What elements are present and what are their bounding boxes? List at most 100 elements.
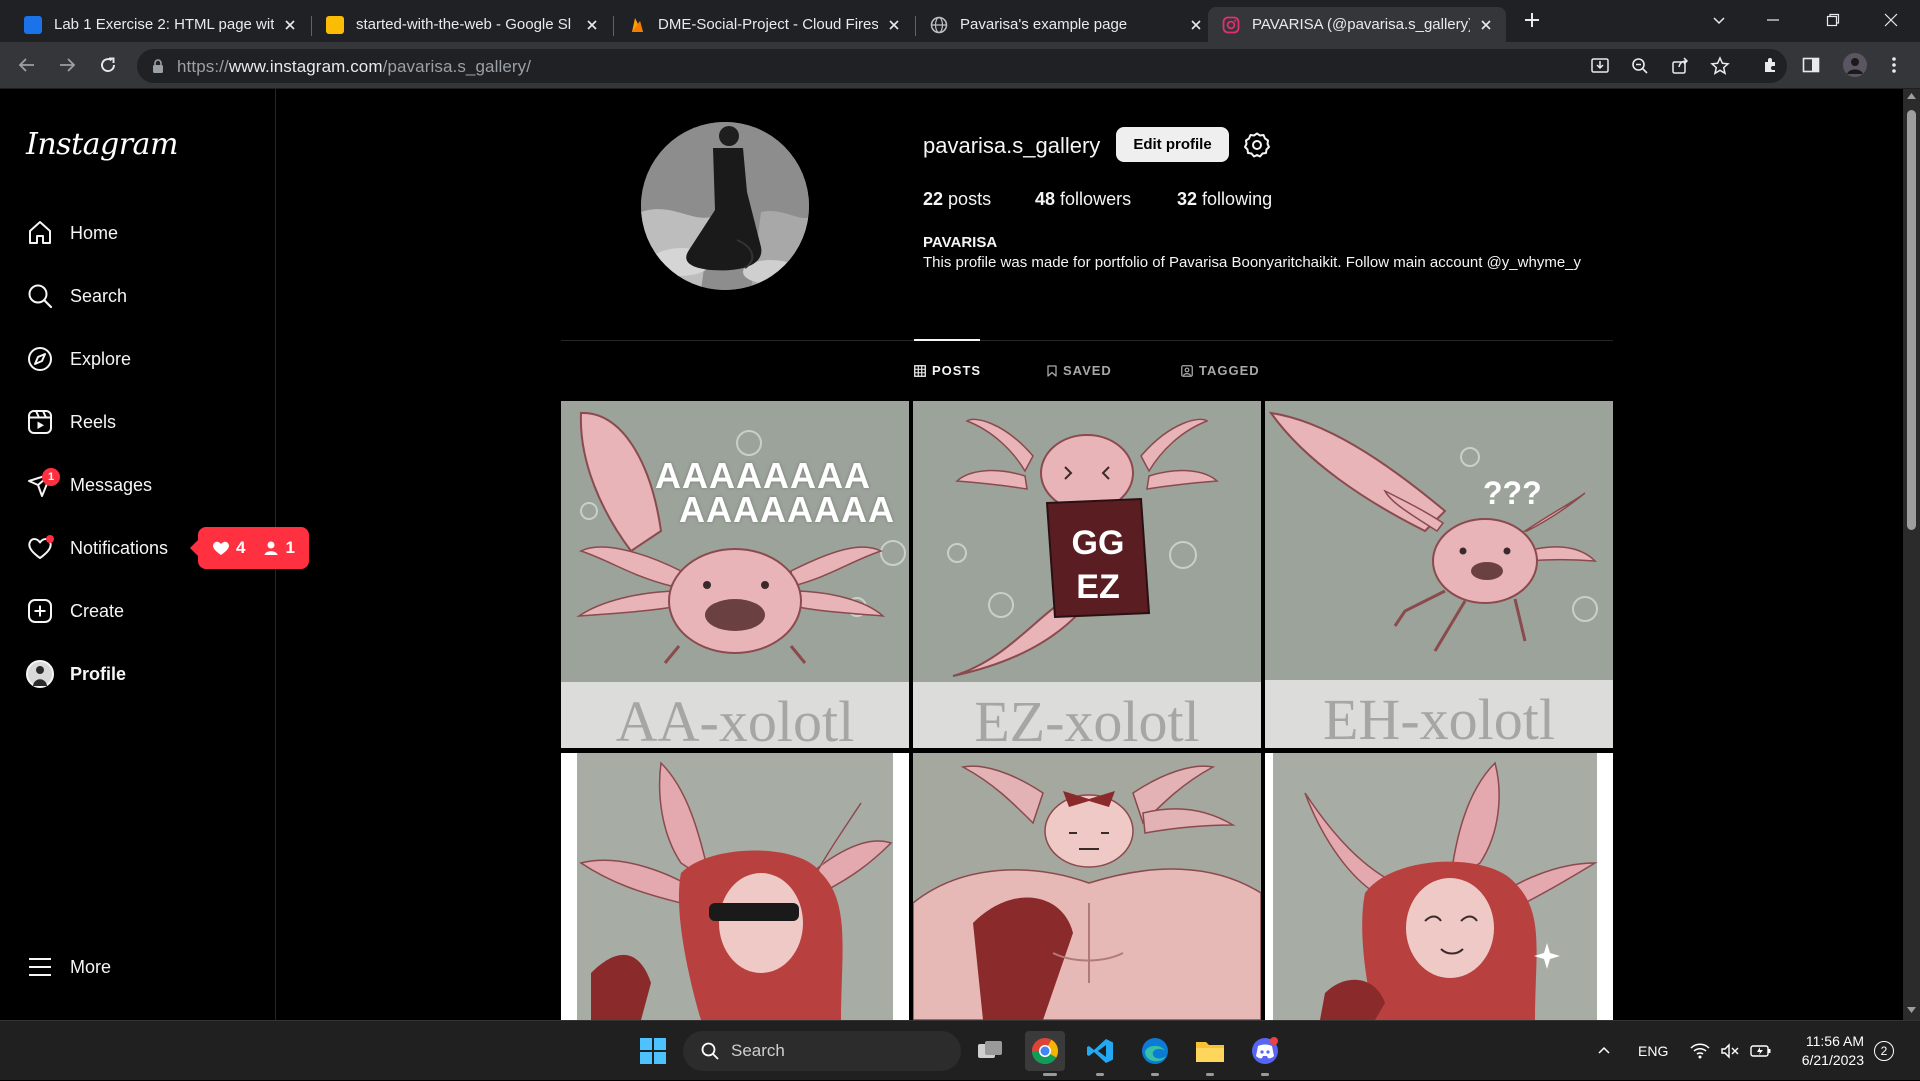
folder-icon <box>1196 1042 1224 1062</box>
edit-profile-button[interactable]: Edit profile <box>1116 127 1229 162</box>
post-tile[interactable] <box>561 753 909 1020</box>
start-button[interactable] <box>633 1031 673 1071</box>
show-hidden-icons-button[interactable] <box>1596 1021 1612 1081</box>
following-stat[interactable]: 32 following <box>1177 189 1272 210</box>
follows-count: 1 <box>285 538 295 557</box>
running-indicator <box>1043 1073 1057 1076</box>
avatar <box>26 660 54 688</box>
heart-icon-wrap <box>26 534 54 562</box>
windows-logo-icon <box>640 1038 666 1064</box>
close-tab-icon[interactable] <box>584 17 600 33</box>
minimize-button[interactable] <box>1750 0 1796 40</box>
settings-gear-icon[interactable] <box>1243 131 1271 159</box>
hamburger-menu-icon <box>29 958 51 976</box>
likes-count: 4 <box>236 538 246 557</box>
scroll-down-arrow-icon[interactable] <box>1907 1007 1916 1013</box>
task-view-icon <box>978 1041 1002 1058</box>
notification-center-button[interactable]: 2 <box>1874 1021 1894 1081</box>
task-view-button[interactable] <box>970 1031 1010 1071</box>
lock-icon[interactable] <box>151 58 165 74</box>
posts-stat: 22 posts <box>923 189 992 209</box>
tab-tagged[interactable]: TAGGED <box>1181 363 1260 378</box>
battery-charging-icon <box>1750 1045 1771 1057</box>
close-window-button[interactable] <box>1868 0 1914 40</box>
search-icon <box>28 284 53 309</box>
sidebar-item-search[interactable]: Search <box>12 271 262 321</box>
sidebar-item-explore[interactable]: Explore <box>12 334 262 384</box>
profile-button[interactable] <box>1841 51 1869 79</box>
browser-tab-active[interactable]: PAVARISA (@pavarisa.s_gallery) • <box>1208 7 1506 42</box>
back-button[interactable] <box>13 51 41 79</box>
restore-button[interactable] <box>1810 0 1856 40</box>
browser-tab-strip: Lab 1 Exercise 2: HTML page with started… <box>0 0 1920 42</box>
taskbar-search[interactable]: Search <box>683 1031 961 1071</box>
system-tray-icons[interactable] <box>1690 1021 1772 1081</box>
profile-avatar[interactable] <box>641 122 809 290</box>
post-tile[interactable]: GG EZ EZ-xolotl <box>913 401 1261 748</box>
sidebar-item-more[interactable]: More <box>12 942 262 992</box>
browser-tab[interactable]: Pavarisa's example page <box>916 7 1216 42</box>
arrow-right-icon <box>60 58 76 72</box>
sidebar-item-profile[interactable]: Profile <box>12 649 262 699</box>
followers-stat[interactable]: 48 followers <box>1035 189 1131 210</box>
globe-icon <box>930 16 948 33</box>
vscode-icon <box>1087 1039 1113 1063</box>
post-caption: EZ-xolotl <box>913 682 1261 748</box>
star-icon[interactable] <box>1710 56 1730 76</box>
profile-bio: This profile was made for portfolio of P… <box>923 254 1582 271</box>
address-bar[interactable]: https://www.instagram.com/pavarisa.s_gal… <box>137 49 1787 83</box>
zoom-icon[interactable] <box>1630 56 1650 76</box>
reload-icon <box>101 57 115 72</box>
scroll-up-arrow-icon[interactable] <box>1907 93 1916 99</box>
avatar <box>1843 53 1867 77</box>
new-tab-button[interactable] <box>1509 0 1555 40</box>
character-artwork <box>1273 753 1598 1020</box>
taskbar-discord[interactable] <box>1245 1031 1285 1076</box>
post-caption: AA-xolotl <box>561 682 909 748</box>
sidebar-item-reels[interactable]: Reels <box>12 397 262 447</box>
reload-button[interactable] <box>94 51 122 79</box>
post-caption: EH-xolotl <box>1265 680 1613 748</box>
post-tile[interactable]: AAAAAAAA AAAAAAAA AA-xolotl <box>561 401 909 748</box>
close-tab-icon[interactable] <box>1478 17 1494 33</box>
url-text[interactable]: https://www.instagram.com/pavarisa.s_gal… <box>177 57 531 77</box>
notification-summary-pill[interactable]: 4 1 <box>190 527 309 569</box>
chrome-icon <box>1031 1038 1059 1065</box>
browser-tab[interactable]: started-with-the-web - Google Sl <box>312 7 612 42</box>
clock[interactable]: 11:56 AM 6/21/2023 <box>1790 1021 1864 1081</box>
axolotl-artwork <box>1268 411 1598 652</box>
post-overlay-text: GG EZ <box>1071 524 1125 606</box>
google-classroom-icon <box>24 15 42 34</box>
extensions-button[interactable] <box>1757 51 1785 79</box>
close-tab-icon[interactable] <box>282 17 298 33</box>
close-tab-icon[interactable] <box>1188 17 1204 33</box>
post-tile[interactable] <box>1265 753 1613 1020</box>
taskbar-edge[interactable] <box>1135 1031 1175 1076</box>
side-panel-button[interactable] <box>1797 51 1825 79</box>
close-tab-icon[interactable] <box>886 17 902 33</box>
taskbar-chrome[interactable] <box>1025 1031 1065 1076</box>
tab-posts[interactable]: POSTS <box>914 363 981 378</box>
browser-tab[interactable]: DME-Social-Project - Cloud Fires <box>614 7 914 42</box>
chrome-menu-button[interactable] <box>1880 51 1908 79</box>
sidebar-item-messages[interactable]: 1 Messages <box>12 460 262 510</box>
post-tile[interactable] <box>913 753 1261 1020</box>
sidebar-item-create[interactable]: Create <box>12 586 262 636</box>
instagram-logo[interactable]: Instagram <box>26 127 178 162</box>
share-icon[interactable] <box>1670 56 1690 76</box>
instagram-sidebar: Instagram Home Search Explore Reels 1 Me… <box>0 89 309 1020</box>
scrollbar-thumb[interactable] <box>1907 110 1916 530</box>
taskbar-file-explorer[interactable] <box>1190 1031 1230 1076</box>
minimize-icon <box>1767 19 1779 21</box>
post-tile[interactable]: ??? EH-xolotl <box>1265 401 1613 748</box>
sidebar-item-home[interactable]: Home <box>12 208 262 258</box>
unread-badge: 1 <box>42 468 60 486</box>
forward-button[interactable] <box>53 51 81 79</box>
taskbar-vscode[interactable] <box>1080 1031 1120 1076</box>
browser-tab[interactable]: Lab 1 Exercise 2: HTML page with <box>10 7 310 42</box>
install-app-icon[interactable] <box>1590 56 1610 76</box>
plus-square-icon <box>28 599 52 623</box>
language-indicator[interactable]: ENG <box>1638 1021 1668 1081</box>
tab-saved[interactable]: SAVED <box>1047 363 1112 378</box>
tab-search-button[interactable] <box>1696 0 1742 40</box>
